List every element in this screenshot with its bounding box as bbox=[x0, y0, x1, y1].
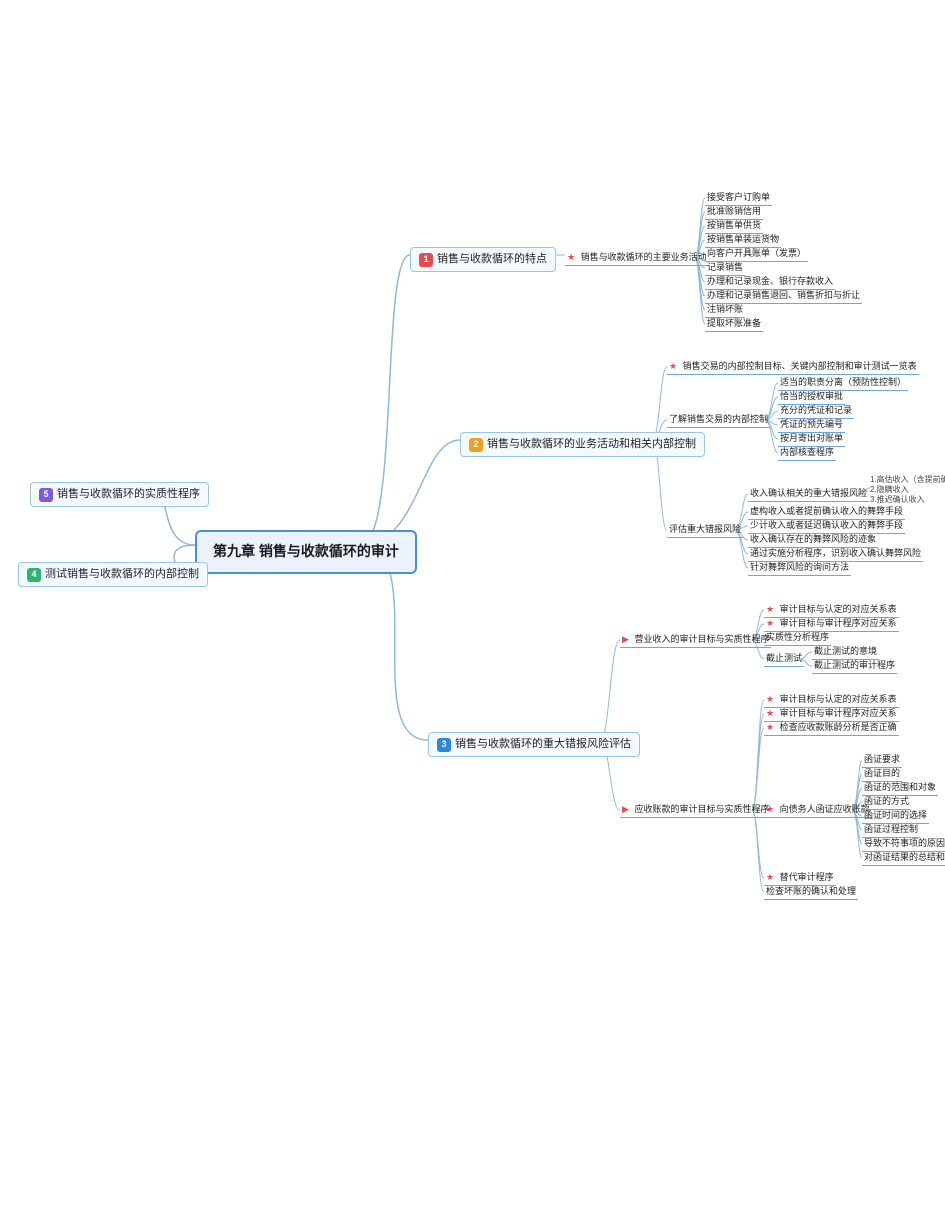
leaf-31-cutoff[interactable]: 截止测试 bbox=[764, 651, 804, 667]
node-1-features[interactable]: 1 销售与收款循环的特点 bbox=[410, 247, 556, 272]
flag-icon: ▶ bbox=[622, 803, 629, 816]
node-3-1-label: 营业收入的审计目标与实质性程序 bbox=[634, 634, 769, 644]
root-label: 第九章 销售与收款循环的审计 bbox=[213, 543, 399, 559]
leaf-inquiry-methods[interactable]: 针对舞弊风险的询问方法 bbox=[748, 560, 851, 576]
node-3-1-operating-revenue[interactable]: ▶ 营业收入的审计目标与实质性程序 bbox=[620, 632, 771, 648]
star-icon: ★ bbox=[766, 721, 774, 734]
node-2-3-assess-risks[interactable]: 评估重大错报风险 bbox=[667, 522, 743, 538]
node-5-label: 销售与收款循环的实质性程序 bbox=[57, 487, 200, 502]
root-node[interactable]: 第九章 销售与收款循环的审计 bbox=[195, 530, 417, 574]
node-2-2-understand-controls[interactable]: 了解销售交易的内部控制 bbox=[667, 412, 770, 428]
star-icon: ★ bbox=[669, 360, 677, 373]
star-icon: ★ bbox=[766, 707, 774, 720]
leaf-32-bad-debt-check[interactable]: 检查坏账的确认和处理 bbox=[764, 884, 858, 900]
side-annotation-revenue-types: 1.高估收入（含提前确认收入） 2.隐瞒收入 3.推迟确认收入 bbox=[870, 475, 945, 505]
leaf-provision-bad-debt[interactable]: 提取坏账准备 bbox=[705, 316, 763, 332]
star-icon: ★ bbox=[766, 693, 774, 706]
star-icon: ★ bbox=[766, 603, 774, 616]
node-2-label: 销售与收款循环的业务活动和相关内部控制 bbox=[487, 437, 696, 452]
leaf-32-confirmation[interactable]: ★ 向债务人函证应收账款 bbox=[764, 802, 872, 818]
badge-2-icon: 2 bbox=[469, 438, 483, 452]
node-5-sales-substantive[interactable]: 5 销售与收款循环的实质性程序 bbox=[30, 482, 209, 507]
node-2-activities-controls[interactable]: 2 销售与收款循环的业务活动和相关内部控制 bbox=[460, 432, 705, 457]
badge-4-icon: 4 bbox=[27, 568, 41, 582]
mindmap-canvas: 第九章 销售与收款循环的审计 5 销售与收款循环的实质性程序 4 测试销售与收款… bbox=[0, 0, 945, 1223]
leaf-cutoff-procedures[interactable]: 截止测试的审计程序 bbox=[812, 658, 897, 674]
flag-icon: ▶ bbox=[622, 633, 629, 646]
node-2-3-label: 评估重大错报风险 bbox=[669, 524, 741, 534]
leaf-32-aging-analysis[interactable]: ★ 检查应收款账龄分析是否正确 bbox=[764, 720, 899, 736]
node-1-1-main-activities[interactable]: ★ 销售与收款循环的主要业务活动 bbox=[565, 250, 709, 266]
node-4-label: 测试销售与收款循环的内部控制 bbox=[45, 567, 199, 582]
leaf-revenue-recognition-risk[interactable]: 收入确认相关的重大错报风险 bbox=[748, 486, 869, 502]
star-icon: ★ bbox=[766, 803, 774, 816]
node-1-1-label: 销售与收款循环的主要业务活动 bbox=[581, 252, 707, 262]
leaf-conf-evaluation[interactable]: 对函证结果的总结和评价 bbox=[862, 850, 945, 866]
badge-5-icon: 5 bbox=[39, 488, 53, 502]
badge-1-icon: 1 bbox=[419, 253, 433, 267]
leaf-internal-verification[interactable]: 内部核查程序 bbox=[778, 445, 836, 461]
star-icon: ★ bbox=[766, 617, 774, 630]
node-4-test-internal-control[interactable]: 4 测试销售与收款循环的内部控制 bbox=[18, 562, 208, 587]
node-2-2-label: 了解销售交易的内部控制 bbox=[669, 414, 768, 424]
node-1-label: 销售与收款循环的特点 bbox=[437, 252, 547, 267]
node-3-2-label: 应收账款的审计目标与实质性程序 bbox=[634, 804, 769, 814]
node-3-2-receivables[interactable]: ▶ 应收账款的审计目标与实质性程序 bbox=[620, 802, 771, 818]
badge-3-icon: 3 bbox=[437, 738, 451, 752]
star-icon: ★ bbox=[766, 871, 774, 884]
node-2-1-control-objectives-table[interactable]: ★ 销售交易的内部控制目标、关键内部控制和审计测试一览表 bbox=[667, 359, 919, 375]
star-icon: ★ bbox=[567, 251, 575, 264]
node-2-1-label: 销售交易的内部控制目标、关键内部控制和审计测试一览表 bbox=[683, 361, 917, 371]
node-3-risk-assessment[interactable]: 3 销售与收款循环的重大错报风险评估 bbox=[428, 732, 640, 757]
node-3-label: 销售与收款循环的重大错报风险评估 bbox=[455, 737, 631, 752]
